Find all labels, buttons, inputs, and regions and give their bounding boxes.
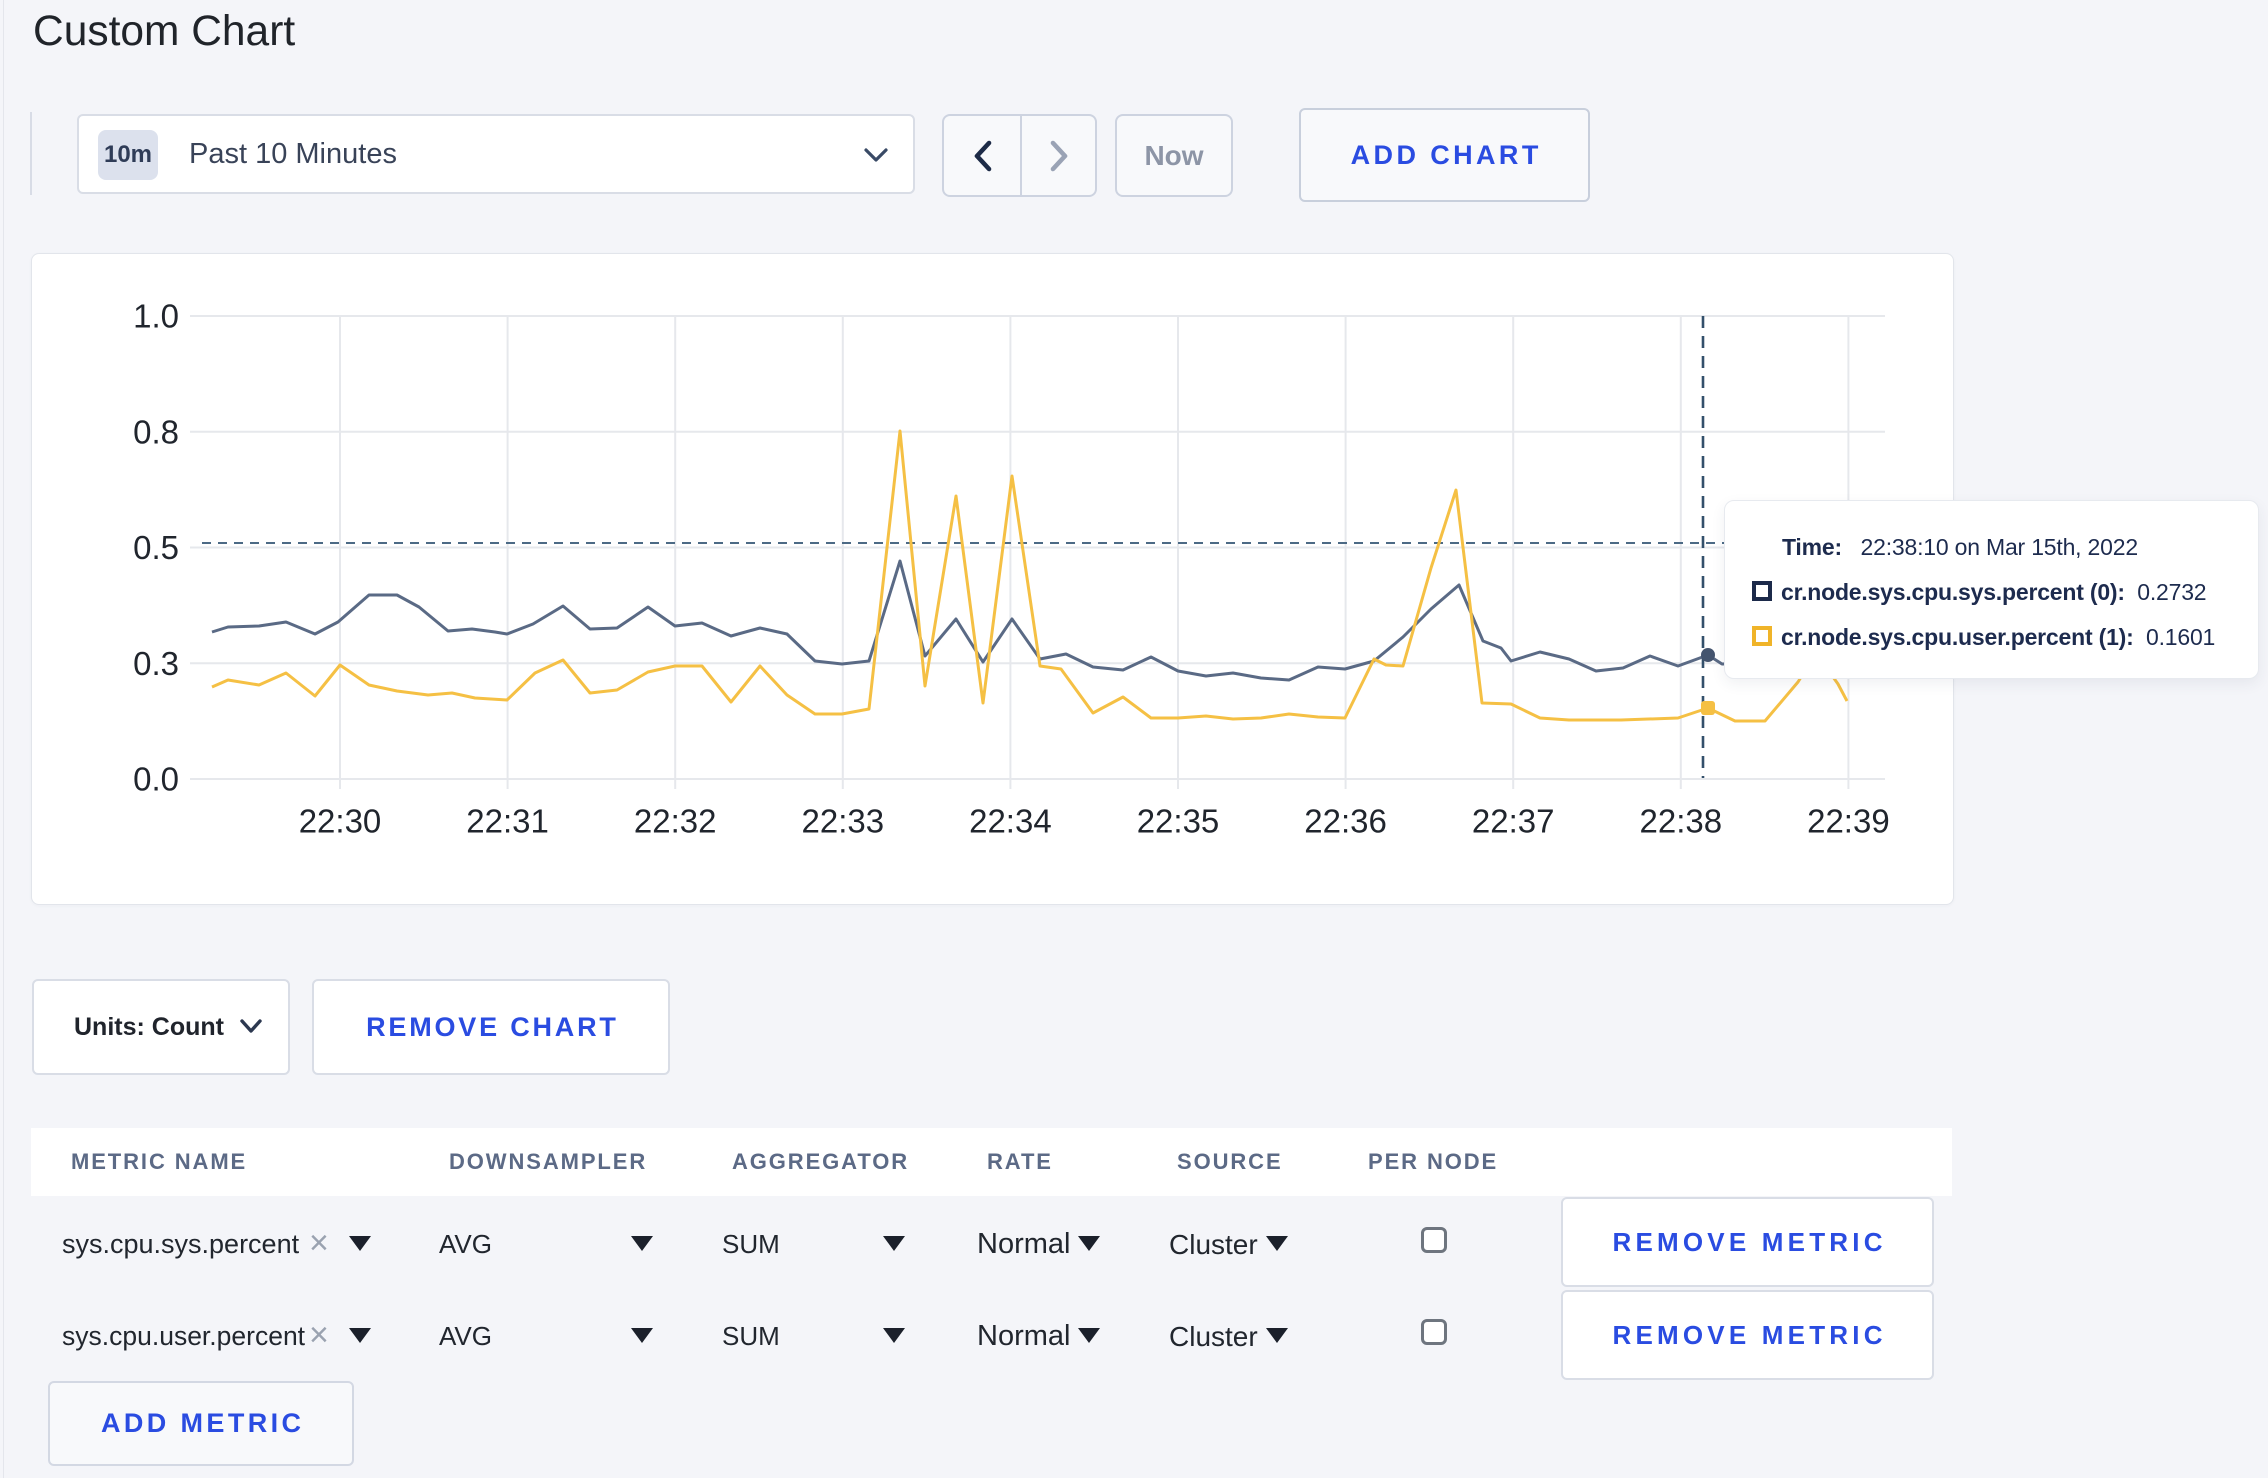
svg-text:22:39: 22:39 bbox=[1807, 803, 1890, 840]
svg-text:22:30: 22:30 bbox=[299, 803, 382, 840]
svg-text:22:32: 22:32 bbox=[634, 803, 717, 840]
svg-text:22:34: 22:34 bbox=[969, 803, 1052, 840]
svg-text:1.0: 1.0 bbox=[133, 298, 179, 335]
svg-text:0.0: 0.0 bbox=[133, 761, 179, 798]
svg-text:22:35: 22:35 bbox=[1137, 803, 1220, 840]
svg-text:0.3: 0.3 bbox=[133, 645, 179, 682]
svg-text:22:36: 22:36 bbox=[1304, 803, 1387, 840]
svg-text:0.8: 0.8 bbox=[133, 413, 179, 450]
svg-text:22:33: 22:33 bbox=[802, 803, 885, 840]
svg-text:22:31: 22:31 bbox=[466, 803, 549, 840]
svg-text:0.5: 0.5 bbox=[133, 529, 179, 566]
svg-text:22:37: 22:37 bbox=[1472, 803, 1555, 840]
svg-text:22:38: 22:38 bbox=[1640, 803, 1723, 840]
